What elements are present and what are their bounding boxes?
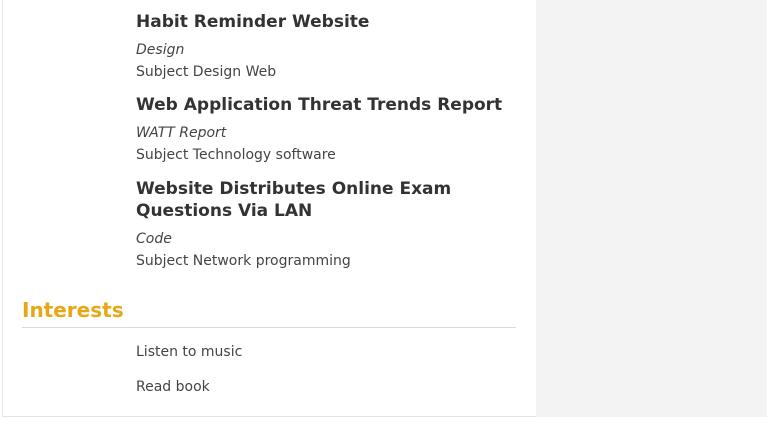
project-subject: Subject Design Web [136, 64, 277, 80]
project-item: Habit Reminder Website Design Subject De… [136, 11, 521, 81]
interests-heading: Interests [22, 298, 124, 322]
project-subject: Subject Technology software [136, 147, 336, 163]
project-type: WATT Report [136, 125, 227, 141]
project-title: Habit Reminder Website [136, 12, 370, 32]
project-item: Web Application Threat Trends Report WAT… [136, 94, 521, 164]
project-title: Web Application Threat Trends Report [136, 95, 503, 115]
interest-item: Listen to music [136, 344, 243, 360]
project-subject: Subject Network programming [136, 253, 351, 269]
resume-page: Habit Reminder Website Design Subject De… [2, 0, 767, 417]
interest-item: Read book [136, 379, 210, 395]
project-type: Design [136, 42, 185, 58]
project-title: Website Distributes Online Exam Question… [136, 179, 452, 221]
project-item: Website Distributes Online Exam Question… [136, 178, 521, 270]
main-column: Habit Reminder Website Design Subject De… [3, 0, 536, 417]
sidebar-panel [536, 0, 767, 417]
section-divider [22, 327, 516, 328]
project-type: Code [136, 231, 172, 247]
